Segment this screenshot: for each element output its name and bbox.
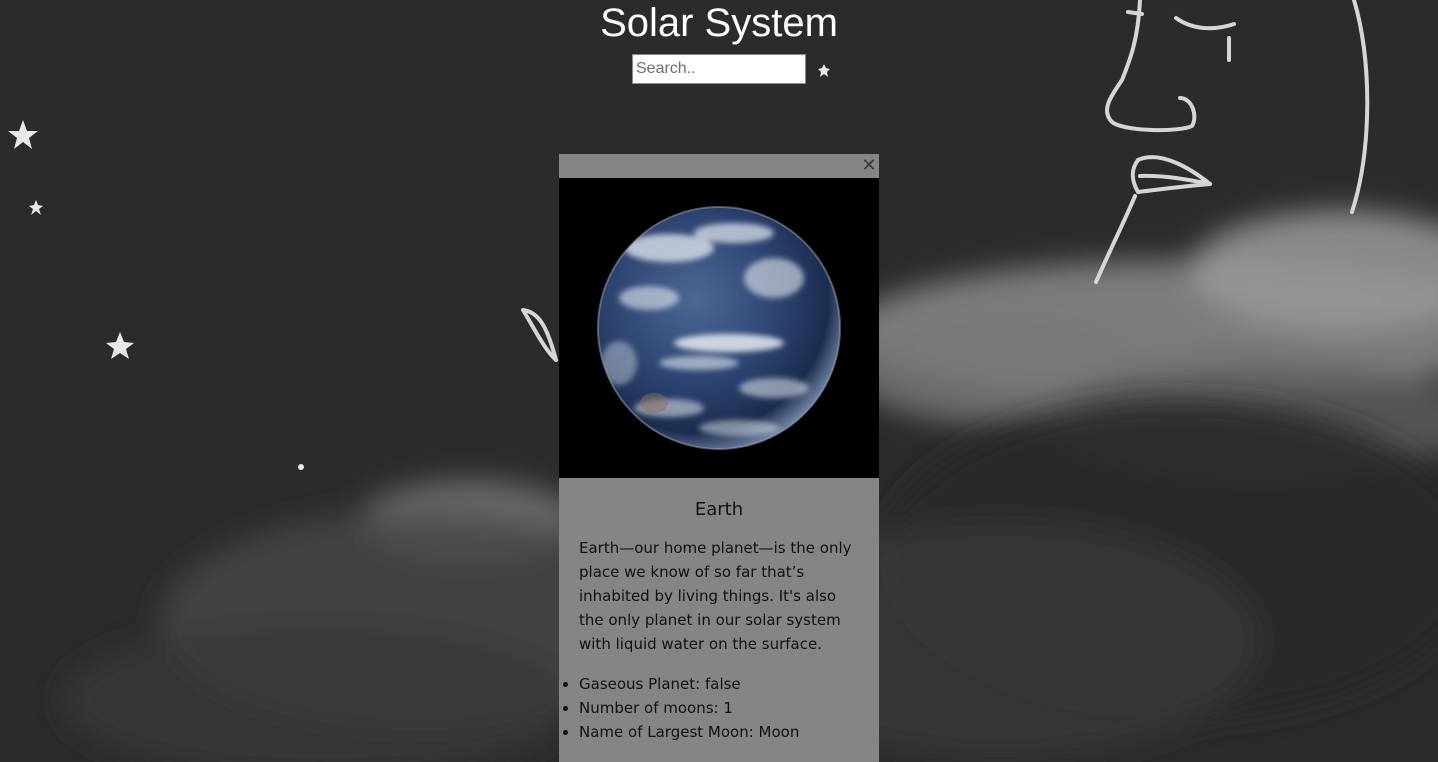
star-icon bbox=[298, 464, 304, 470]
fact-gaseous: Gaseous Planet: false bbox=[579, 672, 879, 696]
planet-description: Earth—our home planet—is the only place … bbox=[579, 539, 852, 653]
page-title: Solar System bbox=[600, 1, 838, 45]
planet-facts-list: Gaseous Planet: false Number of moons: 1… bbox=[559, 672, 879, 744]
planet-name: Earth bbox=[694, 499, 744, 520]
close-icon: ✕ bbox=[861, 155, 877, 176]
fact-moon-count: Number of moons: 1 bbox=[579, 696, 879, 720]
close-button[interactable]: ✕ bbox=[861, 155, 877, 176]
planet-modal: ✕ Earth Earth—our home planet—is the onl… bbox=[559, 154, 879, 762]
search-input[interactable] bbox=[632, 54, 806, 84]
earth-image bbox=[559, 178, 879, 478]
fact-largest-moon: Name of Largest Moon: Moon bbox=[579, 720, 879, 744]
modal-header: ✕ bbox=[559, 154, 879, 178]
